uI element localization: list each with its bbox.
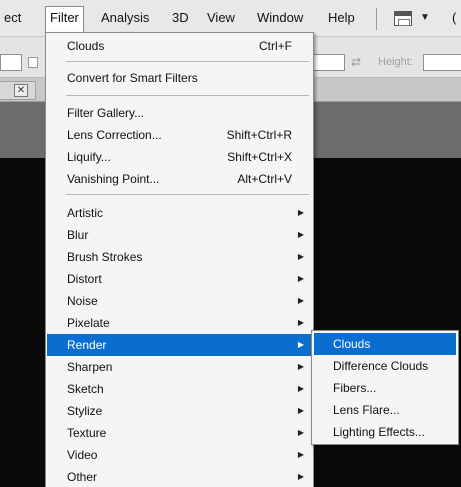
menu-item-pixelate[interactable]: Pixelate ▶ — [47, 312, 312, 334]
menu-item-label: Artistic — [67, 206, 103, 220]
workspace-switcher-button[interactable]: ▼ — [394, 8, 430, 30]
menu-item-video[interactable]: Video ▶ — [47, 444, 312, 466]
submenu-arrow-icon: ▶ — [297, 274, 304, 283]
menu-item-shortcut: Shift+Ctrl+R — [226, 128, 292, 142]
option-field[interactable] — [0, 54, 22, 71]
menu-item-label: Brush Strokes — [67, 250, 143, 264]
submenu-arrow-icon: ▶ — [297, 472, 304, 481]
menu-bar: ect Filter Analysis 3D View Window Help … — [0, 0, 461, 36]
menu-item-noise[interactable]: Noise ▶ — [47, 290, 312, 312]
menu-item-render[interactable]: Render ▶ — [47, 334, 312, 356]
menu-item-label: Lens Correction... — [67, 128, 162, 142]
menu-item-label: Blur — [67, 228, 89, 242]
menu-item-label: Distort — [67, 272, 102, 286]
submenu-arrow-icon: ▶ — [297, 340, 304, 349]
menu-item-vanishing-point[interactable]: Vanishing Point... Alt+Ctrl+V — [47, 168, 312, 190]
menu-item-lens-correction[interactable]: Lens Correction... Shift+Ctrl+R — [47, 124, 312, 146]
menu-item-label: Liquify... — [67, 150, 111, 164]
menu-item-label: Filter Gallery... — [67, 106, 145, 120]
menu-item-label: Render — [67, 338, 107, 352]
menu-separator — [66, 194, 309, 195]
menu-item-blur[interactable]: Blur ▶ — [47, 224, 312, 246]
height-field[interactable] — [423, 54, 461, 71]
submenu-item-lighting-effects[interactable]: Lighting Effects... — [314, 421, 456, 443]
menu-item-label: Sharpen — [67, 360, 113, 374]
menu-help[interactable]: Help — [328, 10, 355, 25]
submenu-arrow-icon: ▶ — [297, 406, 304, 415]
submenu-arrow-icon: ▶ — [297, 208, 304, 217]
close-icon[interactable]: ✕ — [14, 84, 28, 97]
menu-item-distort[interactable]: Distort ▶ — [47, 268, 312, 290]
menu-item-label: Texture — [67, 426, 107, 440]
menu-item-sketch[interactable]: Sketch ▶ — [47, 378, 312, 400]
menu-item-brush-strokes[interactable]: Brush Strokes ▶ — [47, 246, 312, 268]
menu-overflow-partial: ( — [452, 10, 457, 25]
menu-select-partial[interactable]: ect — [4, 10, 21, 25]
submenu-arrow-icon: ▶ — [297, 384, 304, 393]
menu-item-label: Clouds — [67, 39, 105, 53]
submenu-arrow-icon: ▶ — [297, 450, 304, 459]
menu-item-label: Video — [67, 448, 98, 462]
width-field[interactable] — [313, 54, 345, 71]
menu-item-convert-smart-filters[interactable]: Convert for Smart Filters — [47, 67, 312, 89]
submenu-arrow-icon: ▶ — [297, 362, 304, 371]
submenu-item-difference-clouds[interactable]: Difference Clouds — [314, 355, 456, 377]
menu-item-label: Stylize — [67, 404, 103, 418]
filter-menu: Clouds Ctrl+F Convert for Smart Filters … — [45, 32, 314, 487]
submenu-item-clouds[interactable]: Clouds — [314, 333, 456, 355]
menu-item-liquify[interactable]: Liquify... Shift+Ctrl+X — [47, 146, 312, 168]
menu-item-stylize[interactable]: Stylize ▶ — [47, 400, 312, 422]
menu-divider — [376, 8, 377, 30]
submenu-item-fibers[interactable]: Fibers... — [314, 377, 456, 399]
menu-separator — [66, 95, 309, 96]
menu-item-other[interactable]: Other ▶ — [47, 466, 312, 487]
swap-icon[interactable]: ⇄ — [351, 55, 361, 69]
menu-item-sharpen[interactable]: Sharpen ▶ — [47, 356, 312, 378]
submenu-arrow-icon: ▶ — [297, 318, 304, 327]
menu-item-texture[interactable]: Texture ▶ — [47, 422, 312, 444]
menu-item-label: Other — [67, 470, 98, 484]
height-label: Height: — [378, 56, 413, 68]
menu-3d[interactable]: 3D — [172, 10, 189, 25]
menu-item-label: Sketch — [67, 382, 104, 396]
menu-view[interactable]: View — [207, 10, 235, 25]
menu-item-filter-gallery[interactable]: Filter Gallery... — [47, 102, 312, 124]
menu-filter[interactable]: Filter — [45, 6, 84, 33]
menu-item-last-filter[interactable]: Clouds Ctrl+F — [47, 35, 312, 57]
document-tab[interactable]: ✕ — [0, 81, 36, 100]
menu-item-shortcut: Shift+Ctrl+X — [227, 150, 292, 164]
menu-item-label: Pixelate — [67, 316, 110, 330]
submenu-arrow-icon: ▶ — [297, 252, 304, 261]
submenu-item-lens-flare[interactable]: Lens Flare... — [314, 399, 456, 421]
menu-analysis[interactable]: Analysis — [101, 10, 149, 25]
menu-item-label: Noise — [67, 294, 98, 308]
menu-item-shortcut: Ctrl+F — [259, 39, 292, 53]
chevron-down-icon: ▼ — [420, 12, 430, 23]
menu-item-label: Vanishing Point... — [67, 172, 160, 186]
workspace-switcher-icon — [394, 11, 412, 26]
menu-window[interactable]: Window — [257, 10, 303, 25]
menu-item-label: Convert for Smart Filters — [67, 71, 198, 85]
menu-separator — [66, 61, 309, 62]
option-checkbox[interactable] — [28, 57, 38, 68]
menu-item-artistic[interactable]: Artistic ▶ — [47, 202, 312, 224]
menu-item-shortcut: Alt+Ctrl+V — [237, 172, 292, 186]
render-submenu: Clouds Difference Clouds Fibers... Lens … — [311, 330, 459, 445]
submenu-arrow-icon: ▶ — [297, 296, 304, 305]
submenu-arrow-icon: ▶ — [297, 428, 304, 437]
submenu-arrow-icon: ▶ — [297, 230, 304, 239]
